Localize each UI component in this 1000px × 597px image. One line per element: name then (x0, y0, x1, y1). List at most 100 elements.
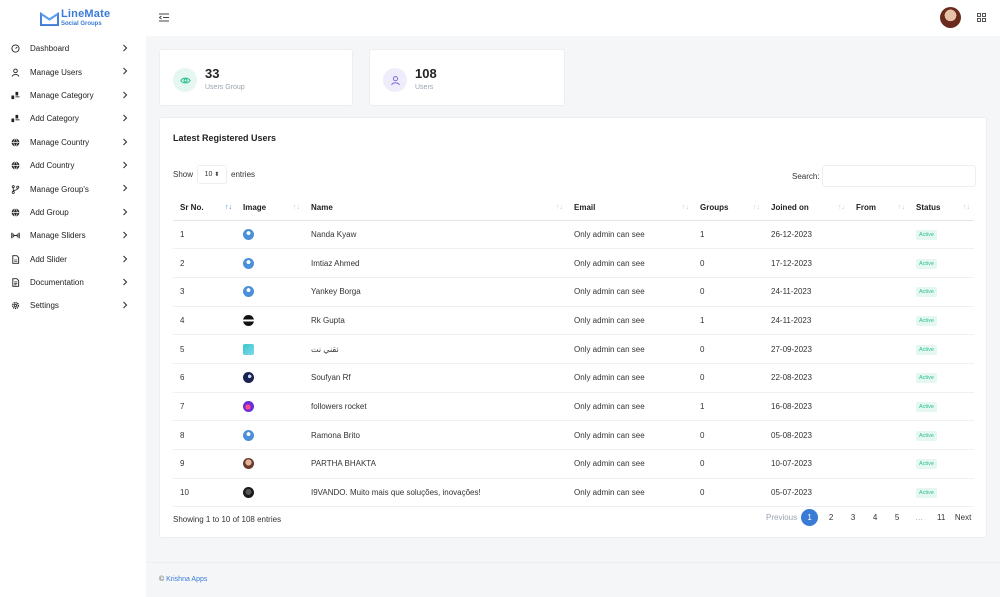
search-label: Search: (792, 171, 820, 181)
sort-arrows-icon: ↑↓ (898, 204, 905, 211)
table-row: 10 I9VANDO. Muito mais que soluções, inov… (173, 478, 974, 508)
status-badge[interactable]: Active (916, 344, 937, 355)
sidebar-item-manage-category[interactable]: Manage Category (0, 84, 146, 107)
sort-arrows-icon: ↑↓ (293, 204, 300, 211)
pagination-page-1[interactable]: 1 (801, 508, 819, 526)
sr-no-cell: 6 (173, 363, 236, 393)
table-row: 2 Imtiaz Ahmed Only admin can see 0 17-12-20… (173, 248, 974, 278)
search-input[interactable] (821, 165, 976, 187)
chevron-right-icon (123, 255, 128, 262)
entries-select[interactable]: 10 ⬍ (197, 165, 228, 184)
card-title: Latest Registered Users (173, 133, 277, 143)
menu-toggle-icon[interactable] (159, 13, 169, 22)
joined-cell: 10-07-2023 (764, 449, 849, 479)
sidebar-item-add-category[interactable]: Add Category (0, 107, 146, 130)
image-cell (236, 334, 304, 364)
sidebar-item-manage-users[interactable]: Manage Users (0, 60, 146, 83)
pagination-page-4[interactable]: 4 (866, 508, 884, 526)
column-header-image[interactable]: Image ↑↓ (236, 195, 304, 221)
status-badge[interactable]: Active (916, 401, 937, 412)
column-header-from[interactable]: From ↑↓ (849, 195, 909, 221)
footer: © Krishna Apps (146, 562, 1000, 597)
pagination-page-2[interactable]: 2 (822, 508, 840, 526)
pagination-page-3[interactable]: 3 (844, 508, 862, 526)
from-cell (849, 392, 909, 422)
sidebar-item-label: Add Country (30, 161, 75, 171)
sort-arrows-icon: ↑↓ (838, 204, 845, 211)
pagination-page-11[interactable]: 11 (932, 508, 950, 526)
status-badge[interactable]: Active (916, 373, 937, 384)
status-badge[interactable]: Active (916, 488, 937, 499)
status-badge[interactable]: Active (916, 430, 937, 441)
sr-no-cell: 2 (173, 248, 236, 278)
name-cell: followers rocket (304, 392, 567, 422)
column-header-name[interactable]: Name ↑↓ (304, 195, 567, 221)
sidebar-item-add-slider[interactable]: Add Slider (0, 248, 146, 271)
sort-arrows-icon: ↑↓ (225, 204, 232, 211)
user-avatar[interactable] (940, 7, 961, 28)
sidebar: LineMate Social Groups Dashboard Manage U… (0, 0, 146, 597)
status-badge[interactable]: Active (916, 315, 937, 326)
column-header-sr-no[interactable]: Sr No. ↑↓ (173, 195, 236, 221)
column-header-label: Email (574, 202, 596, 212)
joined-cell: 05-08-2023 (764, 420, 849, 450)
sidebar-item-manage-sliders[interactable]: Manage Sliders (0, 224, 146, 247)
joined-cell: 22-08-2023 (764, 363, 849, 393)
sort-arrows-icon: ↑↓ (556, 204, 563, 211)
sidebar-item-settings[interactable]: Settings (0, 294, 146, 317)
sr-no-cell: 1 (173, 220, 236, 250)
column-header-email[interactable]: Email ↑↓ (567, 195, 693, 221)
stat-value: 33 (205, 66, 220, 81)
pagination-previous[interactable]: Previous (766, 508, 797, 526)
status-badge[interactable]: Active (916, 287, 937, 298)
email-cell: Only admin can see (567, 220, 693, 250)
pagination-page-5[interactable]: 5 (888, 508, 906, 526)
name-cell: Nanda Kyaw (304, 220, 567, 250)
sr-no-cell: 4 (173, 306, 236, 336)
groups-cell: 0 (693, 478, 764, 508)
brand-logo[interactable]: LineMate Social Groups (40, 7, 110, 29)
apps-grid-icon[interactable] (977, 13, 986, 22)
column-header-groups[interactable]: Groups ↑↓ (693, 195, 764, 221)
column-header-status[interactable]: Status ↑↓ (909, 195, 974, 221)
image-cell (236, 220, 304, 250)
file-icon (10, 254, 20, 264)
user-image (243, 429, 254, 441)
column-header-label: Sr No. (180, 202, 204, 212)
sidebar-item-add-country[interactable]: Add Country (0, 154, 146, 177)
company-link[interactable]: Krishna Apps (166, 576, 207, 583)
user-image (243, 372, 254, 384)
sidebar-item-documentation[interactable]: Documentation (0, 271, 146, 294)
table-header-row: Sr No. ↑↓ Image ↑↓ Name ↑↓ Email ↑↓ Groups ↑↓ Join… (173, 195, 974, 221)
stat-label: Users (415, 84, 434, 91)
category-icon (10, 90, 20, 100)
sidebar-item-label: Manage Users (30, 67, 83, 77)
user-image (243, 228, 254, 240)
users-table: Sr No. ↑↓ Image ↑↓ Name ↑↓ Email ↑↓ Groups ↑↓ Join… (173, 195, 974, 508)
pagination-next[interactable]: Next (954, 508, 972, 526)
sidebar-item-dashboard[interactable]: Dashboard (0, 37, 146, 60)
category-icon (10, 114, 20, 124)
sr-no-cell: 8 (173, 420, 236, 450)
groups-cell: 0 (693, 277, 764, 307)
name-cell: تقني نت (304, 334, 567, 364)
sort-arrows-icon: ↑↓ (963, 204, 970, 211)
sidebar-item-manage-country[interactable]: Manage Country (0, 131, 146, 154)
sr-no-cell: 3 (173, 277, 236, 307)
sr-no-cell: 10 (173, 478, 236, 508)
status-badge[interactable]: Active (916, 459, 937, 470)
chevron-right-icon (123, 301, 128, 309)
brand-mark-icon (40, 11, 59, 26)
status-cell: Active (909, 220, 974, 250)
chevron-right-icon (123, 208, 128, 216)
column-header-joined-on[interactable]: Joined on ↑↓ (764, 195, 849, 221)
status-badge[interactable]: Active (916, 258, 937, 269)
table-info: Showing 1 to 10 of 108 entries (173, 515, 282, 524)
status-badge[interactable]: Active (916, 229, 937, 240)
from-cell (849, 449, 909, 479)
eye-icon (173, 68, 197, 92)
sidebar-item-add-group[interactable]: Add Group (0, 201, 146, 224)
from-cell (849, 248, 909, 278)
stat-card-users: 108 Users (369, 49, 565, 106)
sidebar-item-manage-group-s[interactable]: Manage Group's (0, 177, 146, 200)
